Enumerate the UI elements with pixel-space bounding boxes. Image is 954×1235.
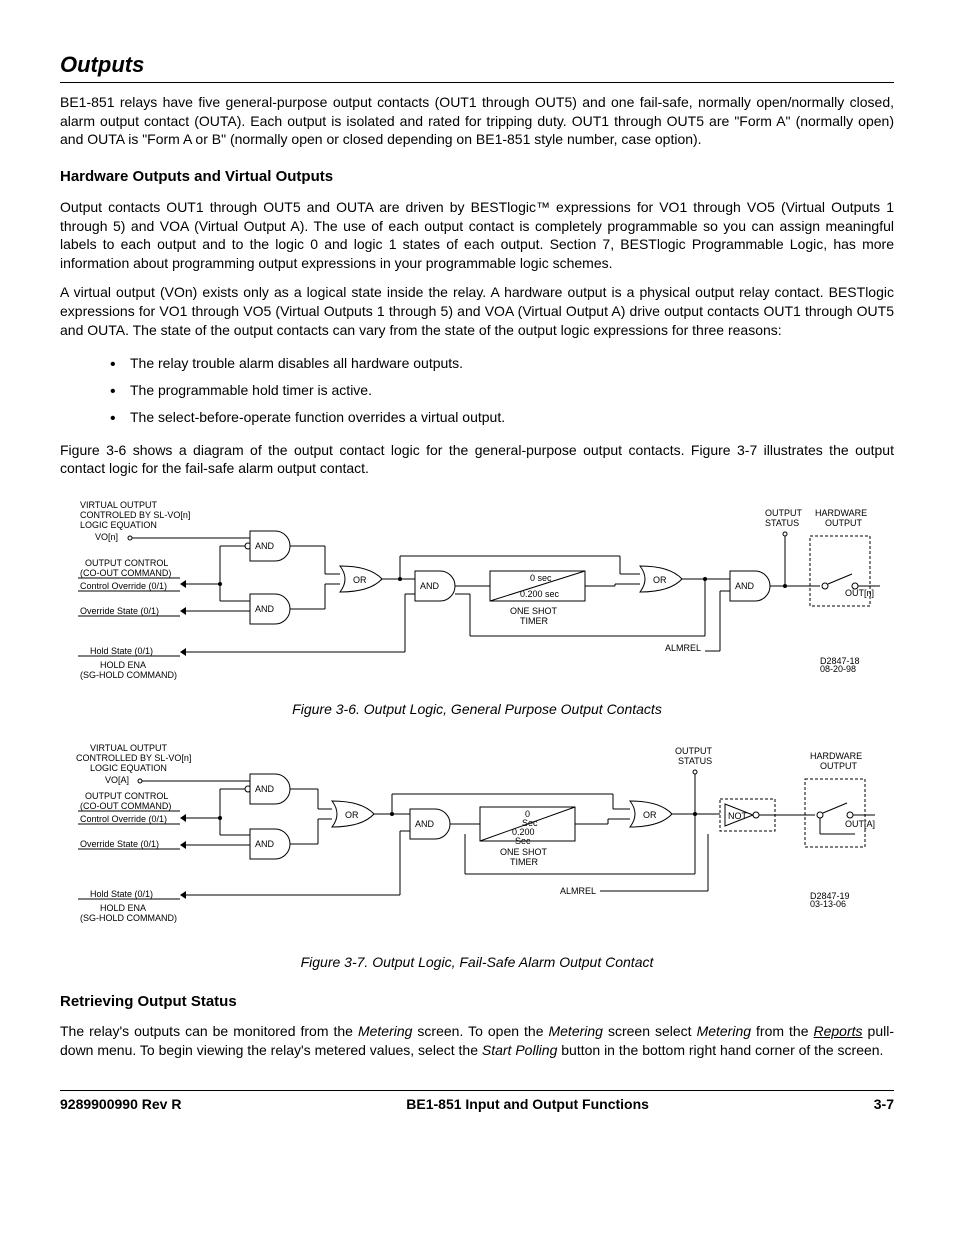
svg-text:AND: AND [735,581,755,591]
svg-text:ONE SHOT: ONE SHOT [510,606,558,616]
svg-text:Hold State (0/1): Hold State (0/1) [90,646,153,656]
footer-right: 3-7 [874,1095,894,1114]
page-footer: 9289900990 Rev R BE1-851 Input and Outpu… [60,1090,894,1114]
intro-paragraph: BE1-851 relays have five general-purpose… [60,93,894,150]
svg-text:OUTPUT: OUTPUT [825,518,863,528]
paragraph-retrieving: The relay's outputs can be monitored fro… [60,1022,894,1060]
svg-text:03-13-06: 03-13-06 [810,899,846,909]
svg-text:AND: AND [255,604,275,614]
svg-text:VO[A]: VO[A] [105,775,129,785]
paragraph-hw-outputs-2: A virtual output (VOn) exists only as a … [60,283,894,340]
list-item: The select-before-operate function overr… [110,408,894,427]
svg-text:(SG-HOLD COMMAND): (SG-HOLD COMMAND) [80,670,177,680]
svg-text:LOGIC EQUATION: LOGIC EQUATION [80,520,157,530]
svg-text:STATUS: STATUS [765,518,799,528]
svg-text:HOLD ENA: HOLD ENA [100,660,146,670]
svg-text:(SG-HOLD COMMAND): (SG-HOLD COMMAND) [80,913,177,923]
svg-text:Override State (0/1): Override State (0/1) [80,606,159,616]
figure-3-6-caption: Figure 3-6. Output Logic, General Purpos… [60,700,894,719]
svg-text:Hold State (0/1): Hold State (0/1) [90,889,153,899]
svg-text:LOGIC EQUATION: LOGIC EQUATION [90,763,167,773]
section-heading-hardware-outputs: Hardware Outputs and Virtual Outputs [60,167,894,187]
svg-text:Control Override (0/1): Control Override (0/1) [80,581,167,591]
svg-text:AND: AND [255,784,275,794]
svg-text:AND: AND [255,541,275,551]
list-item: The programmable hold timer is active. [110,381,894,400]
list-item: The relay trouble alarm disables all har… [110,354,894,373]
svg-text:OUT[A]: OUT[A] [845,819,875,829]
figure-3-7: VIRTUAL OUTPUT CONTROLLED BY SL-VO[n] LO… [60,739,894,949]
svg-text:ALMREL: ALMREL [665,643,701,653]
svg-text:OR: OR [353,575,367,585]
svg-text:OUTPUT: OUTPUT [820,761,858,771]
section-heading-retrieving: Retrieving Output Status [60,992,894,1012]
svg-text:0 sec: 0 sec [530,573,552,583]
svg-text:VIRTUAL OUTPUT: VIRTUAL OUTPUT [90,743,168,753]
svg-text:OR: OR [345,810,359,820]
svg-text:Sec: Sec [515,836,531,846]
svg-text:HARDWARE: HARDWARE [815,508,867,518]
svg-text:OUTPUT CONTROL: OUTPUT CONTROL [85,791,168,801]
figure-3-6: VIRTUAL OUTPUT CONTROLED BY SL-VO[n] LOG… [60,496,894,696]
svg-text:OUTPUT: OUTPUT [765,508,803,518]
svg-text:Override State (0/1): Override State (0/1) [80,839,159,849]
paragraph-hw-outputs-1: Output contacts OUT1 through OUT5 and OU… [60,198,894,274]
svg-text:NOT: NOT [728,811,748,821]
svg-text:AND: AND [415,819,435,829]
svg-text:0.200 sec: 0.200 sec [520,589,560,599]
svg-text:OR: OR [643,810,657,820]
svg-text:Control Override (0/1): Control Override (0/1) [80,814,167,824]
footer-left: 9289900990 Rev R [60,1095,181,1114]
svg-text:AND: AND [420,581,440,591]
svg-text:HOLD ENA: HOLD ENA [100,903,146,913]
svg-text:TIMER: TIMER [510,857,538,867]
svg-text:OUTPUT: OUTPUT [675,746,713,756]
svg-text:CONTROLED BY SL-VO[n]: CONTROLED BY SL-VO[n] [80,510,190,520]
svg-text:OUT[n]: OUT[n] [845,588,874,598]
svg-text:VO[n]: VO[n] [95,532,118,542]
svg-text:OR: OR [653,575,667,585]
svg-text:(CO-OUT COMMAND): (CO-OUT COMMAND) [80,568,171,578]
svg-text:TIMER: TIMER [520,616,548,626]
svg-text:OUTPUT CONTROL: OUTPUT CONTROL [85,558,168,568]
svg-text:(CO-OUT COMMAND): (CO-OUT COMMAND) [80,801,171,811]
svg-text:VIRTUAL OUTPUT: VIRTUAL OUTPUT [80,500,158,510]
figure-3-7-caption: Figure 3-7. Output Logic, Fail-Safe Alar… [60,953,894,972]
paragraph-figure-ref: Figure 3-6 shows a diagram of the output… [60,441,894,479]
reasons-list: The relay trouble alarm disables all har… [110,354,894,427]
svg-text:CONTROLLED BY SL-VO[n]: CONTROLLED BY SL-VO[n] [76,753,191,763]
footer-center: BE1-851 Input and Output Functions [406,1095,649,1114]
svg-text:AND: AND [255,839,275,849]
page-title: Outputs [60,50,894,83]
svg-text:STATUS: STATUS [678,756,712,766]
svg-text:ONE SHOT: ONE SHOT [500,847,548,857]
svg-text:HARDWARE: HARDWARE [810,751,862,761]
svg-text:ALMREL: ALMREL [560,886,596,896]
svg-text:08-20-98: 08-20-98 [820,664,856,674]
